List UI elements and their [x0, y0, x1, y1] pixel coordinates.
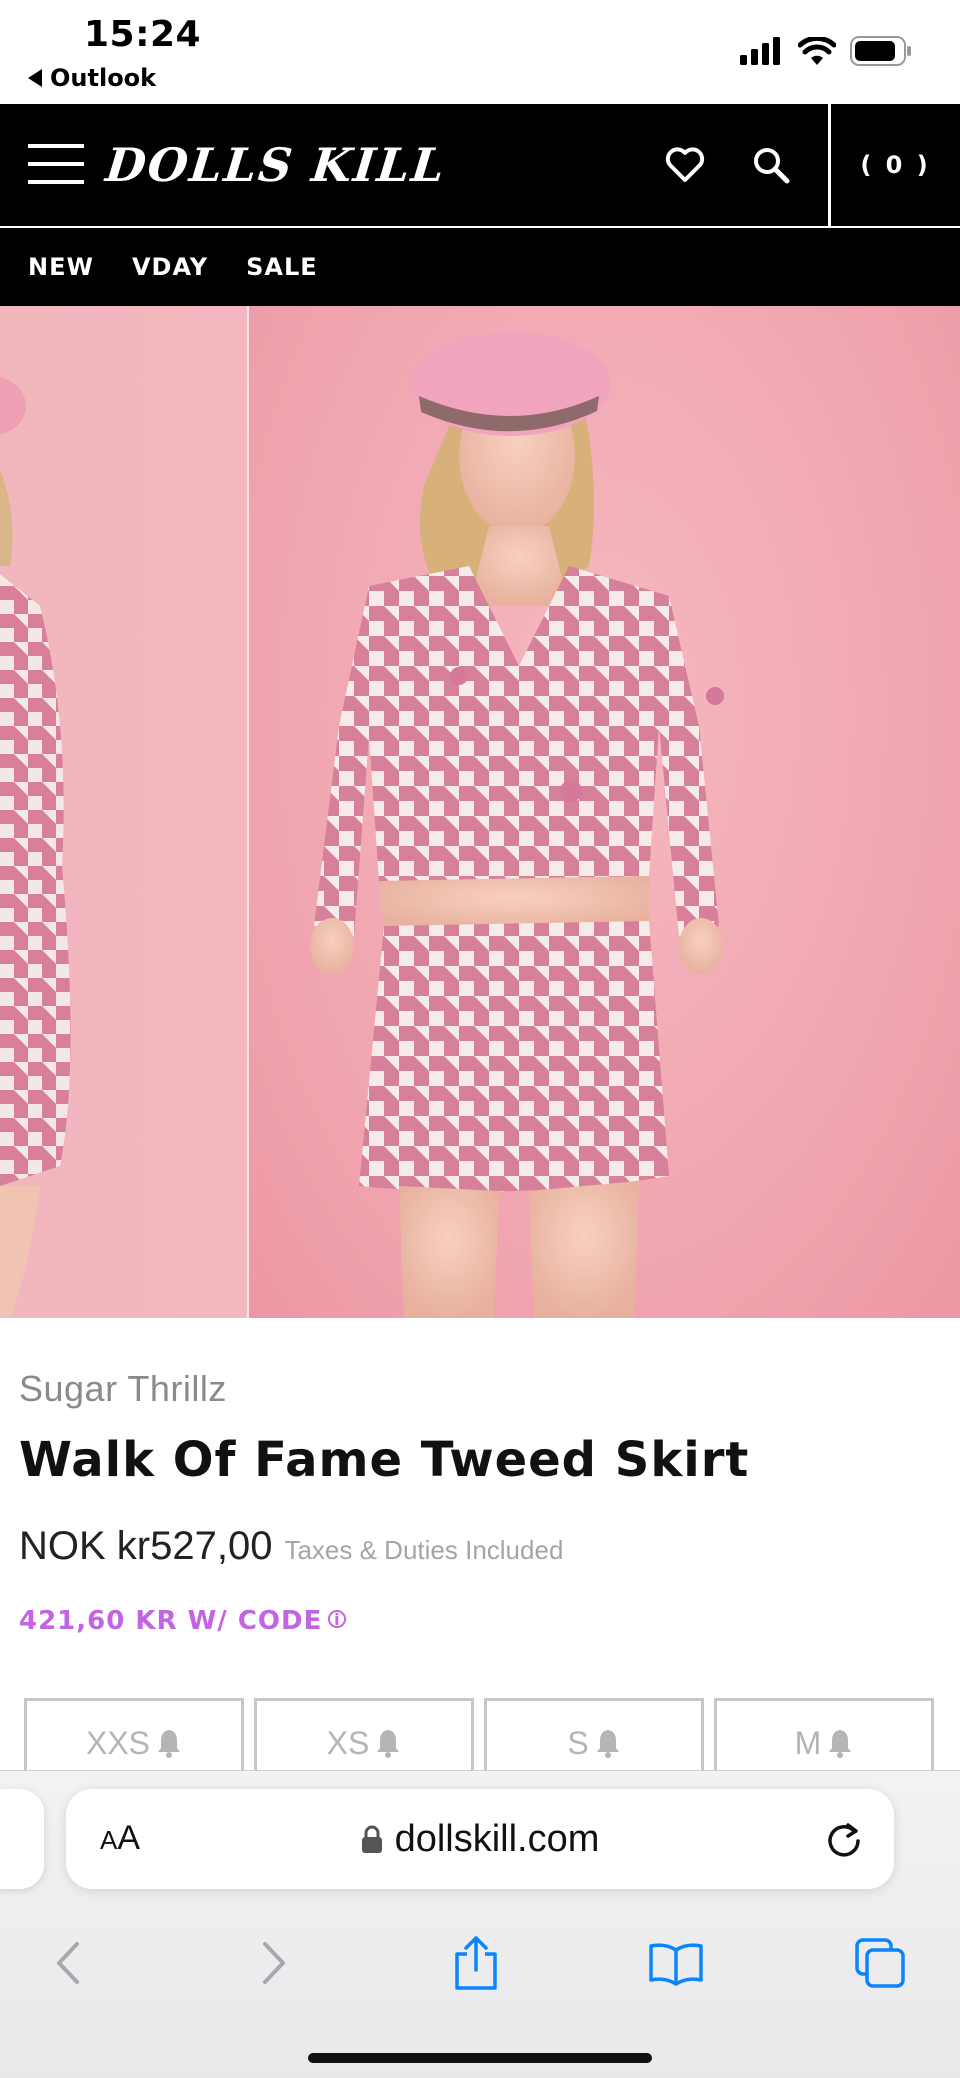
size-selector: XXS XS S M [24, 1698, 936, 1770]
back-app-label: Outlook [50, 64, 157, 92]
back-icon[interactable] [38, 1933, 98, 1993]
search-icon[interactable] [746, 140, 796, 190]
info-icon[interactable]: i [328, 1610, 347, 1629]
cellular-signal-icon [740, 37, 780, 65]
size-option-xxs[interactable]: XXS [24, 1698, 244, 1770]
previous-tab-peek[interactable] [0, 1789, 44, 1889]
product-price: NOK kr527,00 [19, 1524, 273, 1568]
model-photo [310, 332, 724, 1318]
wishlist-heart-icon[interactable] [660, 140, 710, 190]
status-time: 15:24 [84, 14, 202, 55]
category-nav: NEW VDAY SALE [0, 228, 960, 306]
product-brand[interactable]: Sugar Thrillz [19, 1368, 227, 1410]
back-to-app-button[interactable]: Outlook [28, 64, 156, 92]
product-image-gallery[interactable] [0, 306, 960, 1318]
promo-price: 421,60 KR W/ CODE i [19, 1606, 347, 1636]
battery-icon [850, 36, 911, 66]
status-bar: 15:24 Outlook [0, 0, 960, 104]
url-text: dollskill.com [394, 1817, 600, 1860]
forward-icon[interactable] [244, 1933, 304, 1993]
share-icon[interactable] [446, 1933, 506, 1993]
previous-model-photo [0, 377, 71, 1318]
bell-icon [829, 1730, 852, 1758]
price-row: NOK kr527,00 Taxes & Duties Included [19, 1524, 563, 1569]
size-label: XXS [85, 1724, 151, 1761]
size-option-xs[interactable]: XS [254, 1698, 474, 1770]
lock-icon [361, 1825, 382, 1853]
nav-item-sale[interactable]: SALE [246, 253, 318, 281]
status-icons [740, 36, 912, 66]
wifi-icon [798, 37, 836, 65]
site-header: DOLLS KILL ( 0 ) [0, 104, 960, 226]
bell-icon [596, 1730, 619, 1758]
reload-icon[interactable] [824, 1819, 864, 1859]
size-label: S [567, 1724, 589, 1761]
size-label: XS [326, 1724, 370, 1761]
dolls-kill-logo[interactable]: DOLLS KILL [103, 138, 449, 192]
promo-price-label: 421,60 KR W/ CODE [19, 1606, 323, 1636]
browser-toolbar [0, 1921, 960, 2011]
bell-icon [377, 1730, 400, 1758]
address-bar[interactable]: AA dollskill.com [66, 1789, 894, 1889]
menu-hamburger-icon[interactable] [28, 144, 84, 184]
tax-note: Taxes & Duties Included [284, 1535, 564, 1565]
size-option-s[interactable]: S [484, 1698, 704, 1770]
gallery-current-image[interactable] [249, 306, 960, 1318]
home-indicator[interactable] [308, 2053, 652, 2063]
cart-button[interactable]: ( 0 ) [831, 104, 960, 226]
url-display[interactable]: dollskill.com [66, 1789, 894, 1889]
back-triangle-icon [28, 69, 42, 87]
tabs-icon[interactable] [850, 1933, 910, 1993]
nav-item-new[interactable]: NEW [28, 253, 94, 281]
nav-item-vday[interactable]: VDAY [132, 253, 208, 281]
bookmarks-icon[interactable] [646, 1933, 706, 1993]
bell-icon [158, 1730, 181, 1758]
gallery-previous-image[interactable] [0, 306, 247, 1318]
size-label: M [794, 1724, 822, 1761]
product-title: Walk Of Fame Tweed Skirt [19, 1432, 750, 1488]
size-option-m[interactable]: M [714, 1698, 934, 1770]
safari-bottom-bar: AA dollskill.com [0, 1770, 960, 2078]
